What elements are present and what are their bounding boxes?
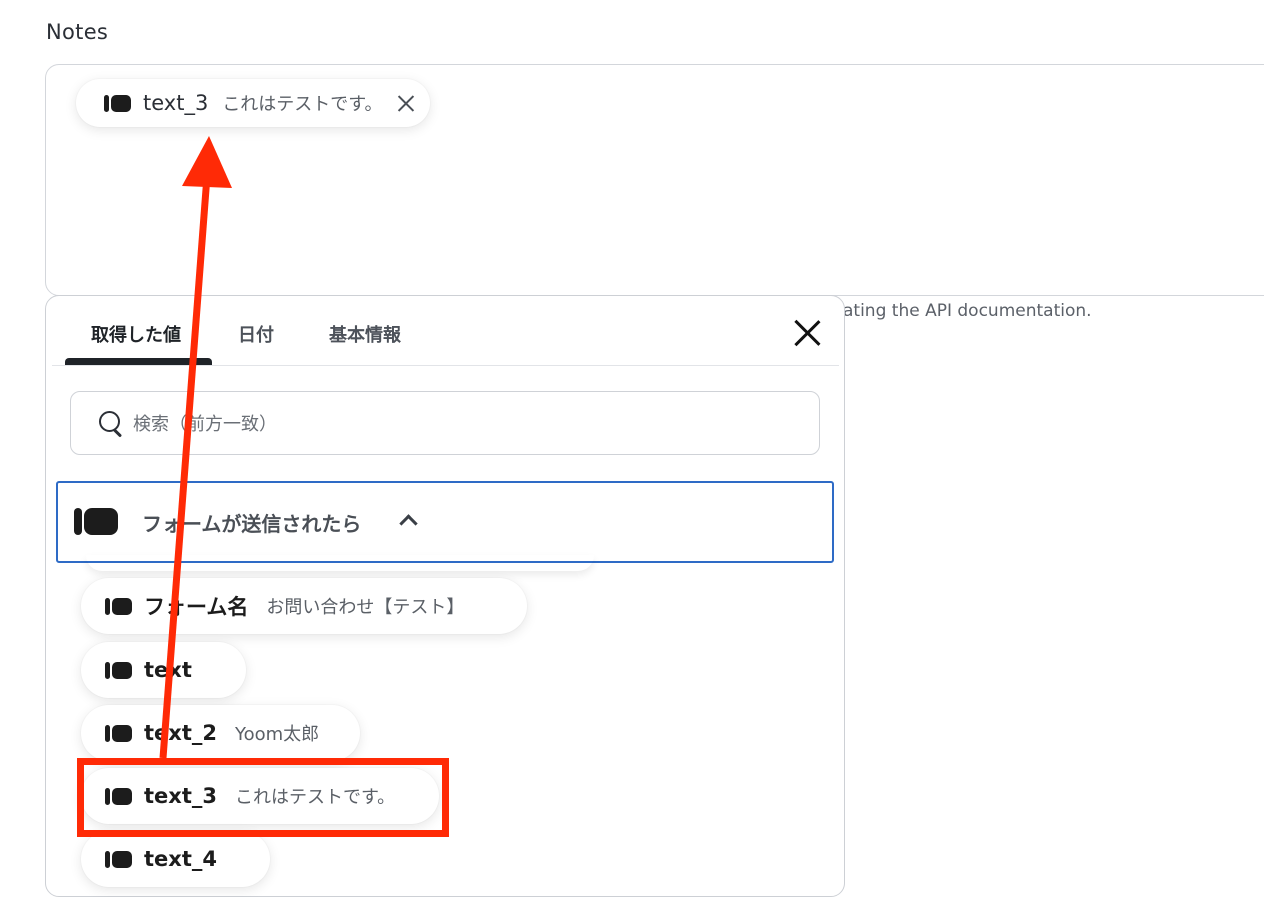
annotation-arrow [159, 136, 232, 759]
arrow-shaft [159, 175, 211, 759]
arrow-head [182, 136, 232, 188]
